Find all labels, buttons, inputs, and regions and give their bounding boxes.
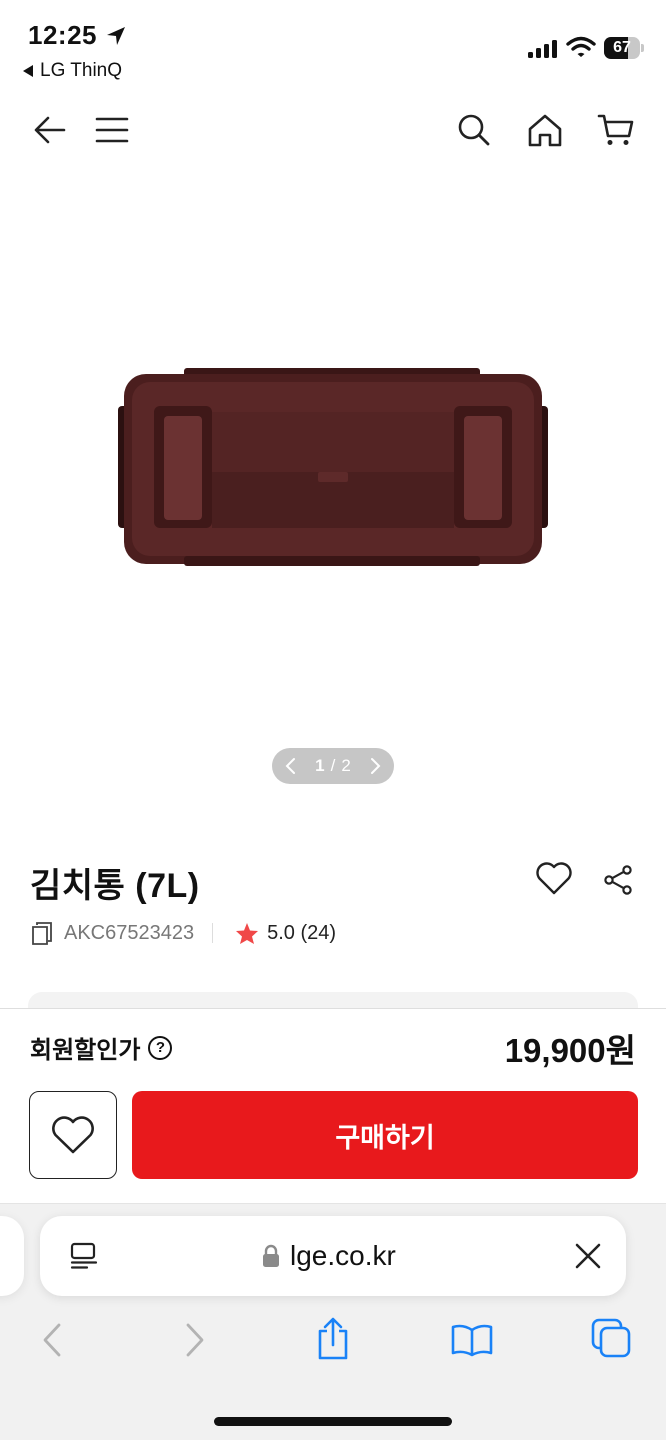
- bookmarks-icon: [451, 1324, 493, 1357]
- status-bar: 12:25 LG ThinQ 67: [0, 0, 666, 90]
- cart-icon: [597, 114, 634, 145]
- browser-share-button[interactable]: [309, 1314, 357, 1362]
- forward-chevron-icon: [186, 1323, 204, 1357]
- search-button[interactable]: [450, 106, 498, 154]
- help-icon[interactable]: ?: [148, 1035, 173, 1060]
- cart-button[interactable]: [592, 106, 640, 154]
- location-arrow-icon: [107, 26, 125, 45]
- cellular-signal-icon: [528, 40, 558, 58]
- back-to-app-link[interactable]: LG ThinQ: [22, 60, 122, 82]
- back-button[interactable]: [26, 106, 74, 154]
- tabs-icon: [591, 1318, 631, 1358]
- back-arrow-icon: [34, 116, 66, 144]
- meta-divider: [212, 923, 214, 943]
- copy-icon[interactable]: [30, 920, 54, 946]
- browser-forward-button[interactable]: [171, 1316, 219, 1364]
- wishlist-button[interactable]: [530, 854, 578, 902]
- close-icon: [575, 1243, 601, 1269]
- pager-prev-icon[interactable]: [284, 757, 296, 775]
- product-title: 김치통 (7L): [30, 867, 200, 905]
- pager-current: 1: [315, 756, 325, 775]
- heart-icon: [536, 862, 572, 895]
- pager-separator: /: [330, 756, 336, 775]
- browser-bookmarks-button[interactable]: [448, 1316, 496, 1364]
- status-time: 12:25: [28, 20, 127, 51]
- back-chevron-icon: [43, 1323, 61, 1357]
- share-icon: [604, 865, 632, 895]
- pager-total: 2: [341, 756, 351, 775]
- search-icon: [458, 114, 490, 146]
- star-icon: [236, 922, 259, 944]
- home-icon: [528, 114, 562, 147]
- menu-icon: [95, 117, 129, 143]
- menu-button[interactable]: [88, 106, 136, 154]
- browser-back-button[interactable]: [28, 1316, 76, 1364]
- product-image: [118, 368, 548, 566]
- previous-tab-peek[interactable]: [0, 1216, 24, 1296]
- wifi-icon: [566, 36, 596, 57]
- share-button[interactable]: [594, 856, 642, 904]
- share-up-icon: [318, 1317, 348, 1360]
- bottom-wishlist-button[interactable]: [29, 1091, 117, 1179]
- back-app-label: LG ThinQ: [40, 60, 123, 81]
- reader-button[interactable]: [60, 1232, 108, 1280]
- price-label-row: 회원할인가 ?: [30, 1030, 173, 1065]
- heart-icon: [52, 1116, 94, 1154]
- home-button[interactable]: [521, 106, 569, 154]
- back-triangle-icon: [23, 65, 33, 77]
- product-meta-row: AKC67523423 5.0 (24): [30, 918, 336, 948]
- clock-text: 12:25: [28, 20, 97, 50]
- battery-indicator: 67: [604, 37, 644, 59]
- home-indicator: [214, 1417, 452, 1426]
- buy-button[interactable]: 구매하기: [132, 1091, 638, 1179]
- battery-percent: 67: [613, 39, 631, 56]
- stop-loading-button[interactable]: [564, 1232, 612, 1280]
- reader-icon: [70, 1242, 98, 1269]
- model-code: AKC67523423: [64, 921, 195, 944]
- pager-next-icon[interactable]: [370, 757, 382, 775]
- rating-text[interactable]: 5.0 (24): [267, 922, 336, 945]
- image-pager: 1 / 2: [272, 748, 394, 784]
- browser-tabs-button[interactable]: [587, 1314, 635, 1362]
- price-value: 19,900원: [504, 1032, 636, 1069]
- lock-icon: [263, 1244, 279, 1267]
- url-text: lge.co.kr: [290, 1240, 396, 1271]
- member-price-label: 회원할인가: [30, 1037, 141, 1064]
